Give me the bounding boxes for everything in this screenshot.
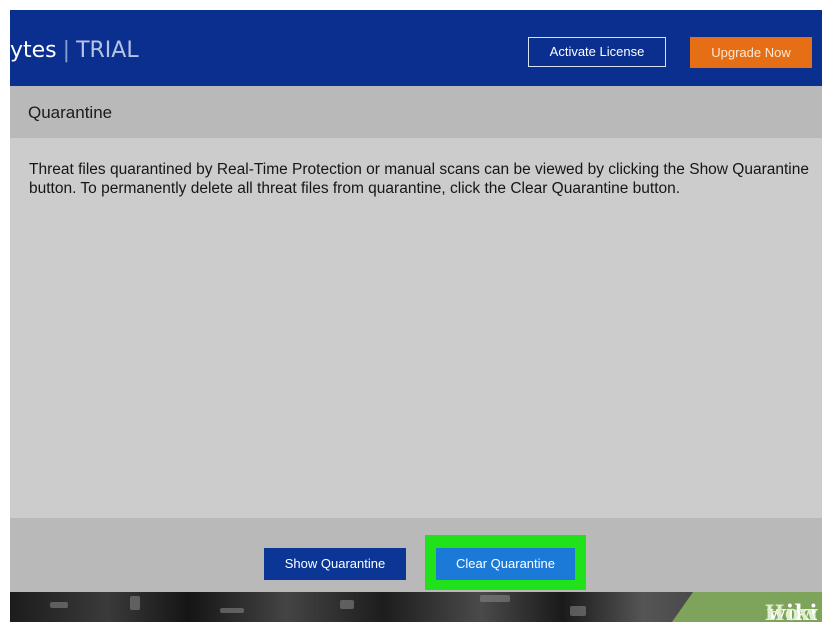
brand-name: ytes [10, 38, 57, 63]
brand-logo: ytes | TRIAL [10, 38, 139, 63]
background-speck [130, 596, 140, 610]
content-panel: Threat files quarantined by Real-Time Pr… [10, 138, 822, 518]
upgrade-now-button[interactable]: Upgrade Now [690, 37, 812, 68]
background-speck [340, 600, 354, 609]
top-bar: ytes | TRIAL Activate License Upgrade Now [10, 10, 822, 86]
wikihow-watermark: wiki How [672, 592, 822, 622]
background-speck [50, 602, 68, 608]
background-speck [480, 595, 510, 602]
show-quarantine-button[interactable]: Show Quarantine [264, 548, 406, 580]
quarantine-description: Threat files quarantined by Real-Time Pr… [29, 161, 809, 197]
watermark-how: How [764, 600, 818, 622]
app-window: ytes | TRIAL Activate License Upgrade Now … [10, 10, 822, 622]
background-speck [220, 608, 244, 613]
section-header: Quarantine [10, 86, 822, 138]
background-photo-strip: wiki How [10, 592, 822, 622]
page-title: Quarantine [28, 103, 113, 122]
brand-separator: | [62, 38, 71, 63]
trial-label: TRIAL [76, 38, 139, 63]
action-footer: Show Quarantine Clear Quarantine [10, 518, 822, 592]
activate-license-button[interactable]: Activate License [528, 37, 666, 67]
clear-quarantine-button[interactable]: Clear Quarantine [436, 548, 575, 580]
background-speck [570, 606, 586, 616]
